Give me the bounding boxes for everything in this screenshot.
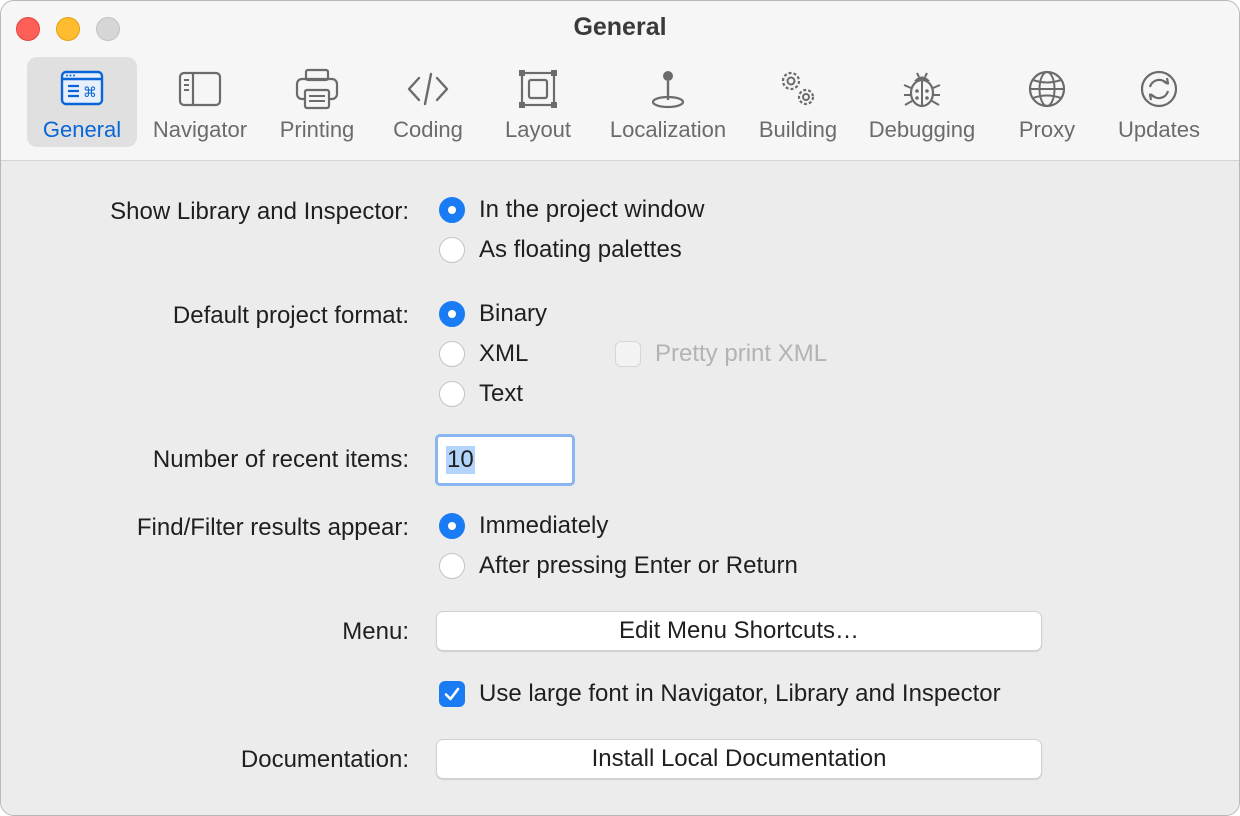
general-settings-panel: Show Library and Inspector: In the proje… <box>1 162 1239 815</box>
general-icon: ⌘ <box>58 65 106 113</box>
project-format-label: Default project format: <box>172 302 409 329</box>
checkbox[interactable] <box>615 341 641 367</box>
svg-text:⌘: ⌘ <box>83 85 97 101</box>
toolbar: General ⌘ General Navigator Printing Cod… <box>1 1 1239 161</box>
tab-coding[interactable]: Coding <box>379 57 477 147</box>
globe-icon <box>1023 65 1071 113</box>
navigator-icon <box>176 65 224 113</box>
refresh-icon <box>1135 65 1183 113</box>
layout-icon <box>514 65 562 113</box>
radio-label: After pressing Enter or Return <box>479 552 798 579</box>
recent-items-label: Number of recent items: <box>152 446 409 473</box>
radio-immediately[interactable]: Immediately <box>439 512 608 540</box>
tab-updates[interactable]: Updates <box>1109 57 1209 147</box>
tab-label: Proxy <box>1018 117 1076 142</box>
install-local-documentation-button[interactable]: Install Local Documentation <box>436 739 1042 779</box>
find-filter-label: Find/Filter results appear: <box>136 514 409 541</box>
radio-label: In the project window <box>479 196 705 223</box>
radio-format-text[interactable]: Text <box>439 380 523 408</box>
radio-button[interactable] <box>439 197 465 223</box>
edit-menu-shortcuts-button[interactable]: Edit Menu Shortcuts… <box>436 611 1042 651</box>
tab-label: Layout <box>504 117 572 142</box>
radio-label: Text <box>479 380 524 407</box>
tab-label: Navigator <box>152 117 248 142</box>
radio-button[interactable] <box>439 301 465 327</box>
code-icon <box>404 65 452 113</box>
bug-icon <box>898 65 946 113</box>
radio-label: As floating palettes <box>479 236 682 263</box>
recent-items-value: 10 <box>446 446 475 474</box>
tab-label: Updates <box>1118 117 1200 142</box>
checkbox-label: Pretty print XML <box>655 340 828 367</box>
tab-label: Printing <box>279 117 355 142</box>
radio-after-enter[interactable]: After pressing Enter or Return <box>439 552 798 580</box>
radio-button[interactable] <box>439 513 465 539</box>
tab-layout[interactable]: Layout <box>491 57 585 147</box>
tab-label: Coding <box>393 117 463 142</box>
tab-printing[interactable]: Printing <box>267 57 367 147</box>
tab-debugging[interactable]: Debugging <box>859 57 985 147</box>
preferences-window: General ⌘ General Navigator Printing Cod… <box>0 0 1240 816</box>
tab-navigator[interactable]: Navigator <box>145 57 255 147</box>
window-title: General <box>573 13 667 41</box>
checkmark-icon <box>444 687 460 701</box>
checkbox[interactable] <box>439 681 465 707</box>
tab-building[interactable]: Building <box>749 57 847 147</box>
radio-label: XML <box>479 340 529 367</box>
tab-label: General <box>42 117 122 142</box>
tab-proxy[interactable]: Proxy <box>1001 57 1093 147</box>
tab-label: Localization <box>609 117 727 142</box>
radio-label: Immediately <box>479 512 609 539</box>
large-font-checkbox[interactable]: Use large font in Navigator, Library and… <box>439 680 1001 708</box>
checkbox-label: Use large font in Navigator, Library and… <box>479 680 1001 707</box>
radio-label: Binary <box>479 300 548 327</box>
radio-floating-palettes[interactable]: As floating palettes <box>439 236 682 264</box>
gears-icon <box>774 65 822 113</box>
pretty-print-xml-checkbox[interactable]: Pretty print XML <box>615 340 827 368</box>
radio-format-binary[interactable]: Binary <box>439 300 547 328</box>
tab-localization[interactable]: Localization <box>601 57 735 147</box>
recent-items-input[interactable]: 10 <box>435 434 575 486</box>
radio-button[interactable] <box>439 381 465 407</box>
radio-button[interactable] <box>439 553 465 579</box>
location-pin-icon <box>644 65 692 113</box>
radio-button[interactable] <box>439 341 465 367</box>
radio-format-xml[interactable]: XML <box>439 340 528 368</box>
radio-in-project-window[interactable]: In the project window <box>439 196 704 224</box>
tab-general[interactable]: ⌘ General <box>27 57 137 147</box>
printer-icon <box>293 65 341 113</box>
tab-label: Building <box>758 117 838 142</box>
tab-label: Debugging <box>868 117 976 142</box>
menu-label: Menu: <box>342 618 409 645</box>
radio-button[interactable] <box>439 237 465 263</box>
documentation-label: Documentation: <box>240 746 409 773</box>
library-inspector-label: Show Library and Inspector: <box>110 198 409 225</box>
